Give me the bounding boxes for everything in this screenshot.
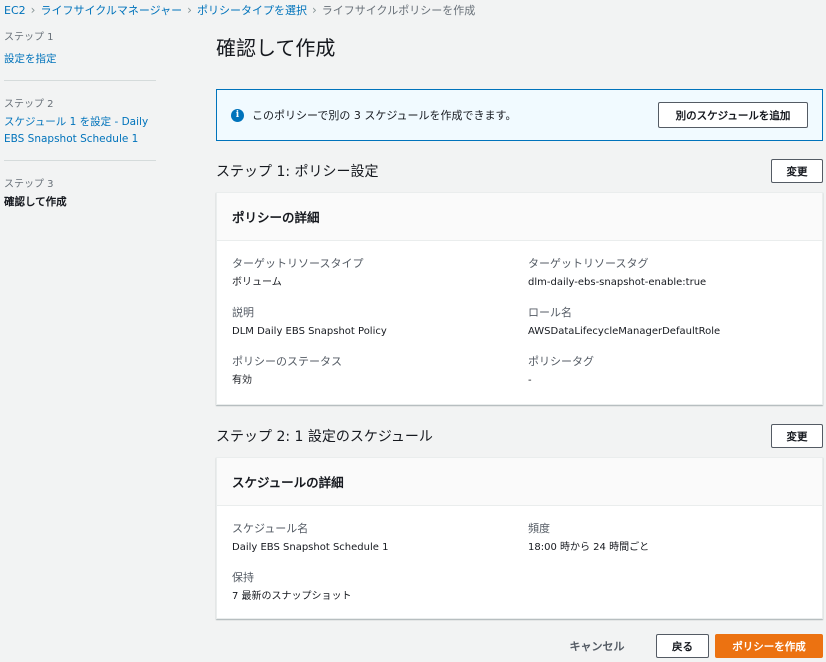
field-role-name: ロール名 AWSDataLifecycleManagerDefaultRole	[528, 304, 824, 339]
field-label: ターゲットリソースタイプ	[232, 257, 364, 270]
card-title: ポリシーの詳細	[217, 193, 822, 241]
info-message: i このポリシーで別の 3 スケジュールを作成できます。	[231, 107, 516, 123]
field-label: ポリシータグ	[528, 355, 594, 368]
cancel-button[interactable]: キャンセル	[560, 638, 634, 654]
chevron-right-icon: ›	[30, 3, 36, 17]
field-value: AWSDataLifecycleManagerDefaultRole	[528, 326, 721, 337]
step-number: ステップ 3	[4, 179, 54, 190]
field-label: 保持	[232, 571, 254, 584]
add-schedule-button[interactable]: 別のスケジュールを追加	[658, 102, 808, 128]
field-target-resource-tags: ターゲットリソースタグ dlm-daily-ebs-snapshot-enabl…	[528, 255, 824, 290]
page-title: 確認して作成	[216, 36, 336, 60]
field-policy-tags: ポリシータグ -	[528, 353, 824, 388]
field-value: 7 最新のスナップショット	[232, 591, 352, 602]
breadcrumb-current: ライフサイクルポリシーを作成	[321, 4, 476, 17]
create-policy-button[interactable]: ポリシーを作成	[715, 634, 823, 658]
field-description: 説明 DLM Daily EBS Snapshot Policy	[232, 304, 528, 339]
edit-schedule-button[interactable]: 変更	[771, 424, 823, 448]
step-number: ステップ 2	[4, 99, 54, 110]
field-value: 18:00 時から 24 時間ごと	[528, 542, 650, 553]
field-frequency: 頻度 18:00 時から 24 時間ごと	[528, 520, 824, 555]
field-label: 説明	[232, 306, 254, 319]
field-label: ポリシーのステータス	[232, 355, 342, 368]
field-label: ロール名	[528, 306, 572, 319]
breadcrumb: EC2 › ライフサイクルマネージャー › ポリシータイプを選択 › ライフサイ…	[4, 2, 475, 18]
field-value: dlm-daily-ebs-snapshot-enable:true	[528, 277, 707, 288]
wizard-steps: ステップ 1 設定を指定 ステップ 2 スケジュール 1 を設定 - Daily…	[4, 28, 156, 237]
wizard-step-3: ステップ 3 確認して作成	[4, 175, 156, 223]
field-value: 有効	[232, 375, 252, 386]
breadcrumb-lifecycle-manager[interactable]: ライフサイクルマネージャー	[40, 2, 182, 18]
field-value: -	[528, 375, 532, 386]
breadcrumb-ec2[interactable]: EC2	[4, 4, 26, 17]
field-label: ターゲットリソースタグ	[528, 257, 649, 270]
schedule-details-card: スケジュールの詳細 スケジュール名 Daily EBS Snapshot Sch…	[216, 457, 823, 619]
step-link-configure-schedule[interactable]: スケジュール 1 を設定 - Daily EBS Snapshot Schedu…	[4, 114, 156, 148]
field-retention: 保持 7 最新のスナップショット	[232, 569, 528, 604]
step-link-specify-settings[interactable]: 設定を指定	[4, 53, 57, 65]
card-title: スケジュールの詳細	[217, 458, 822, 506]
info-text: このポリシーで別の 3 スケジュールを作成できます。	[252, 109, 517, 122]
chevron-right-icon: ›	[311, 3, 317, 17]
breadcrumb-select-policy-type[interactable]: ポリシータイプを選択	[197, 2, 307, 18]
info-icon: i	[231, 108, 244, 122]
section-header-policy-settings: ステップ 1: ポリシー設定 変更	[216, 159, 823, 183]
field-value: ボリューム	[232, 277, 282, 288]
field-label: スケジュール名	[232, 522, 309, 535]
edit-policy-settings-button[interactable]: 変更	[771, 159, 823, 183]
info-alert: i このポリシーで別の 3 スケジュールを作成できます。 別のスケジュールを追加	[216, 89, 823, 141]
field-value: DLM Daily EBS Snapshot Policy	[232, 326, 387, 337]
footer-actions: キャンセル 戻る ポリシーを作成	[560, 634, 823, 658]
step-number: ステップ 1	[4, 32, 54, 43]
wizard-step-1: ステップ 1 設定を指定	[4, 28, 156, 81]
field-policy-status: ポリシーのステータス 有効	[232, 353, 528, 388]
back-button[interactable]: 戻る	[656, 634, 709, 658]
section-header-schedules: ステップ 2: 1 設定のスケジュール 変更	[216, 424, 823, 448]
chevron-right-icon: ›	[187, 3, 192, 17]
field-label: 頻度	[528, 522, 550, 535]
policy-details-card: ポリシーの詳細 ターゲットリソースタイプ ボリューム ターゲットリソースタグ d…	[216, 192, 823, 405]
section-title: ステップ 2: 1 設定のスケジュール	[216, 429, 433, 445]
wizard-step-2: ステップ 2 スケジュール 1 を設定 - Daily EBS Snapshot…	[4, 95, 156, 161]
section-title: ステップ 1: ポリシー設定	[216, 164, 379, 180]
field-value: Daily EBS Snapshot Schedule 1	[232, 542, 389, 553]
field-schedule-name: スケジュール名 Daily EBS Snapshot Schedule 1	[232, 520, 528, 555]
field-target-resource-type: ターゲットリソースタイプ ボリューム	[232, 255, 528, 290]
step-current-review: 確認して作成	[4, 196, 67, 208]
